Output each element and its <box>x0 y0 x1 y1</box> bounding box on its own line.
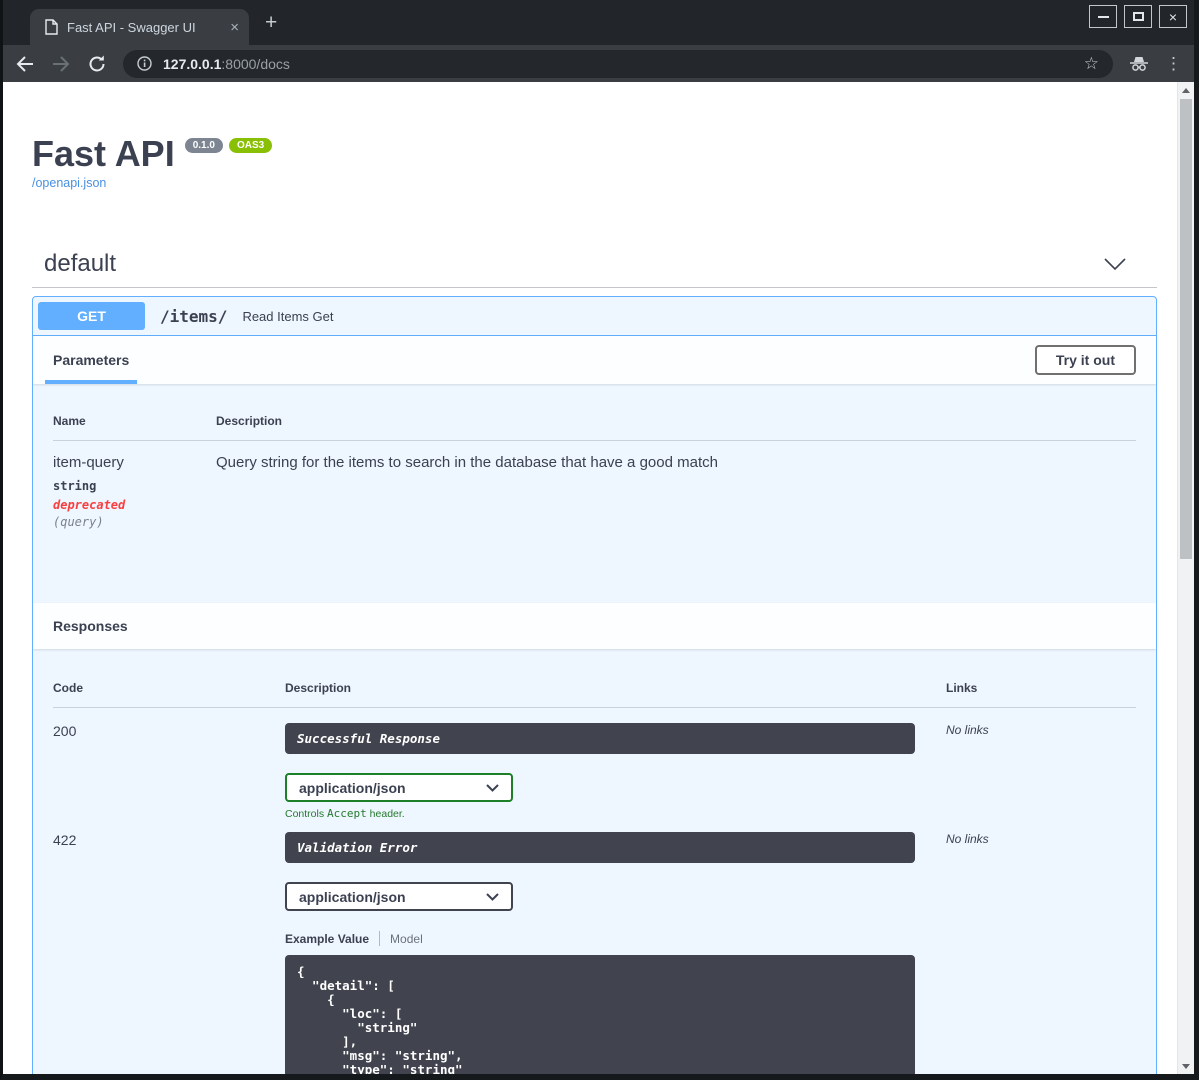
media-type-select-200[interactable]: application/json <box>285 773 513 802</box>
maximize-button[interactable] <box>1124 5 1152 28</box>
example-model-tabs: Example Value Model <box>285 931 915 946</box>
window-controls: × <box>1089 5 1187 28</box>
url-host: 127.0.0.1 <box>163 55 222 72</box>
response-row-422: 422 Validation Error application/json Ex… <box>53 820 1136 1074</box>
scrollbar-track[interactable] <box>1178 98 1194 1058</box>
tab-model[interactable]: Model <box>390 932 423 946</box>
reload-button[interactable] <box>87 54 107 74</box>
operation-path: /items/ <box>160 306 228 326</box>
accept-header-code: Accept <box>327 807 367 820</box>
response-200-description: Successful Response <box>285 723 915 754</box>
response-422-description: Validation Error <box>285 832 915 863</box>
param-type: string <box>53 479 97 493</box>
close-icon: × <box>1168 8 1178 25</box>
minimize-icon <box>1097 15 1109 18</box>
page-favicon-icon <box>44 19 58 35</box>
browser-tab[interactable]: Fast API - Swagger UI × <box>30 9 249 45</box>
param-name: item-query <box>53 454 124 471</box>
tag-header[interactable]: default <box>32 250 1157 278</box>
media-type-value-200: application/json <box>299 779 406 796</box>
page-area: Fast API 0.1.0 OAS3 /openapi.json defaul… <box>3 82 1194 1074</box>
responses-header: Responses <box>33 603 1156 649</box>
response-row-200: 200 Successful Response application/json… <box>53 708 1136 820</box>
col-code-header: Code <box>53 681 83 695</box>
col-name-header: Name <box>53 414 86 428</box>
responses-title: Responses <box>53 618 128 634</box>
method-get-button[interactable]: GET <box>38 302 145 330</box>
tabs-divider <box>379 931 381 946</box>
response-200-links: No links <box>946 723 989 737</box>
param-description: Query string for the items to search in … <box>216 454 718 471</box>
col-resp-description-header: Description <box>285 681 352 695</box>
param-location: (query) <box>53 515 104 529</box>
responses-table-head: Code Description Links <box>53 681 1136 708</box>
tag-title: default <box>44 250 117 277</box>
tab-example-value[interactable]: Example Value <box>285 932 369 946</box>
browser-toolbar: 127.0.0.1:8000/docs ☆ ⋮ <box>3 45 1194 82</box>
try-it-out-button[interactable]: Try it out <box>1034 345 1136 375</box>
opblock-get-items: GET /items/ Read Items Get Parameters Tr… <box>32 296 1157 1074</box>
address-bar[interactable]: 127.0.0.1:8000/docs ☆ <box>123 49 1113 78</box>
url-path: :8000/docs <box>221 55 290 72</box>
param-deprecated-flag: deprecated <box>53 498 126 512</box>
tag-section-default: default GET /items/ Read Items Get Param… <box>32 250 1157 1074</box>
scrollbar-up-arrow[interactable] <box>1178 82 1194 98</box>
parameters-header: Parameters Try it out <box>33 336 1156 384</box>
media-type-select-422[interactable]: application/json <box>285 882 513 911</box>
site-info-icon[interactable] <box>137 56 152 71</box>
media-type-value-422: application/json <box>299 888 406 905</box>
chevron-down-icon[interactable] <box>1104 257 1126 271</box>
swagger-ui: Fast API 0.1.0 OAS3 /openapi.json defaul… <box>3 82 1177 1074</box>
example-json: { "detail": [ { "loc": [ "string" ], "ms… <box>297 964 463 1075</box>
select-chevron-icon <box>486 783 499 792</box>
operation-summary: Read Items Get <box>242 308 334 324</box>
parameters-table-head: Name Description <box>53 414 1136 441</box>
close-button[interactable]: × <box>1159 5 1187 28</box>
browser-menu-icon[interactable]: ⋮ <box>1165 54 1182 74</box>
new-tab-button[interactable]: + <box>265 12 277 33</box>
openapi-spec-link[interactable]: /openapi.json <box>32 176 106 190</box>
incognito-icon <box>1129 54 1149 74</box>
example-value-block: { "detail": [ { "loc": [ "string" ], "ms… <box>285 955 915 1074</box>
opblock-summary[interactable]: GET /items/ Read Items Get <box>33 297 1156 336</box>
tab-strip: Fast API - Swagger UI × + × <box>3 0 1194 45</box>
parameters-body: Name Description item-query string depre… <box>33 384 1156 603</box>
scrollbar-thumb[interactable] <box>1180 99 1192 559</box>
col-links-header: Links <box>946 681 978 695</box>
tab-close-icon[interactable]: × <box>230 20 239 35</box>
select-chevron-icon <box>486 892 499 901</box>
response-code-422: 422 <box>53 832 77 848</box>
scrollbar-down-arrow[interactable] <box>1178 1058 1194 1074</box>
url-text: 127.0.0.1:8000/docs <box>163 56 1073 72</box>
api-title: Fast API <box>32 133 175 174</box>
controls-accept-note: Controls Accept header. <box>285 807 405 820</box>
oas3-badge: OAS3 <box>228 138 273 153</box>
tab-title: Fast API - Swagger UI <box>67 19 196 35</box>
minimize-button[interactable] <box>1089 5 1117 28</box>
back-button[interactable] <box>15 54 35 74</box>
col-description-header: Description <box>216 414 283 428</box>
maximize-icon <box>1132 12 1144 21</box>
responses-body: Code Description Links 200 Successful Re… <box>33 649 1156 1074</box>
forward-button[interactable] <box>51 54 71 74</box>
browser-window: Fast API - Swagger UI × + × 127.0.0.1:80… <box>0 0 1199 1080</box>
response-code-200: 200 <box>53 723 77 739</box>
page-scrollbar[interactable] <box>1177 82 1194 1074</box>
bookmark-star-icon[interactable]: ☆ <box>1084 54 1099 74</box>
response-422-links: No links <box>946 832 989 846</box>
tab-parameters: Parameters <box>44 336 138 384</box>
api-info: Fast API 0.1.0 OAS3 /openapi.json <box>32 135 1157 192</box>
version-badge: 0.1.0 <box>184 138 223 153</box>
parameter-row: item-query string deprecated (query) Que… <box>53 441 1136 529</box>
tag-divider <box>32 287 1157 288</box>
